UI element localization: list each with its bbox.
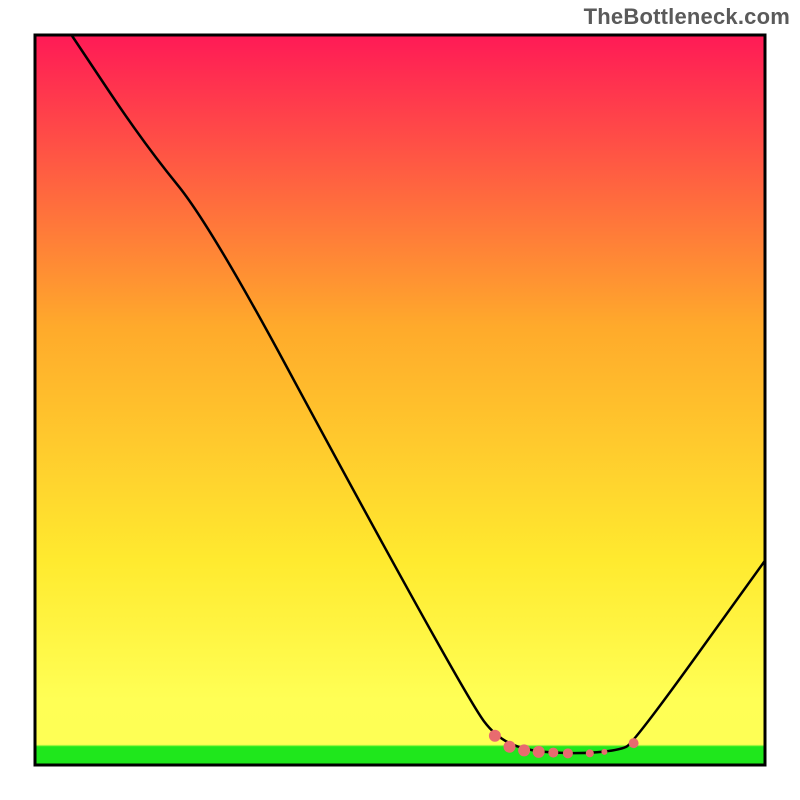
marker-dot (533, 746, 545, 758)
bottleneck-chart (0, 0, 800, 800)
plot-background (35, 35, 765, 765)
chart-container: TheBottleneck.com (0, 0, 800, 800)
marker-dot (601, 749, 607, 755)
marker-dot (518, 744, 530, 756)
marker-dot (629, 738, 639, 748)
attribution-text: TheBottleneck.com (584, 4, 790, 30)
marker-dot (548, 748, 558, 758)
marker-dot (563, 748, 573, 758)
marker-dot (586, 749, 594, 757)
marker-dot (504, 741, 516, 753)
marker-dot (489, 730, 501, 742)
